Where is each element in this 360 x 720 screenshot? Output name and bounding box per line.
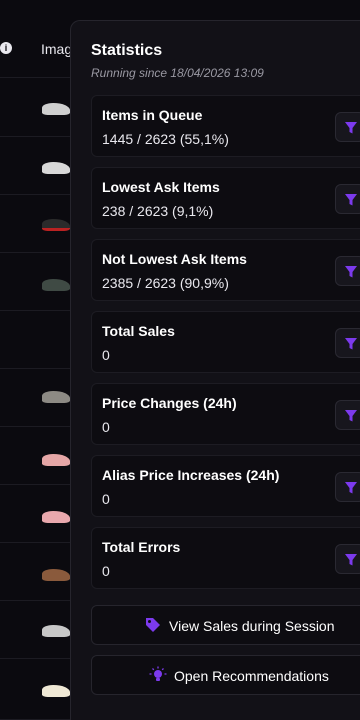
- stat-card-value: 0: [102, 347, 110, 363]
- stat-card-label: Price Changes (24h): [102, 395, 237, 411]
- filter-button[interactable]: [335, 256, 360, 286]
- filter-button[interactable]: [335, 544, 360, 574]
- stat-card-items-in-queue: Items in Queue 1445 / 2623 (55,1%): [91, 95, 360, 157]
- stat-card-value: 0: [102, 419, 110, 435]
- filter-icon: [345, 482, 357, 494]
- filter-icon: [345, 122, 357, 134]
- view-sales-label: View Sales during Session: [169, 618, 335, 634]
- stat-card-label: Total Sales: [102, 323, 175, 339]
- stat-card-label: Total Errors: [102, 539, 181, 555]
- stat-card-label: Alias Price Increases (24h): [102, 467, 280, 483]
- tag-icon: [146, 618, 160, 632]
- table-row[interactable]: [0, 195, 72, 253]
- stat-card-value: 0: [102, 563, 110, 579]
- shoe-thumbnail: [42, 279, 70, 291]
- filter-icon: [345, 554, 357, 566]
- stat-card-label: Lowest Ask Items: [102, 179, 220, 195]
- running-since-text: Running since 18/04/2026 13:09: [91, 66, 264, 80]
- stat-card-label: Not Lowest Ask Items: [102, 251, 247, 267]
- table-row[interactable]: [0, 485, 72, 543]
- shoe-thumbnail: [42, 569, 70, 581]
- table-row[interactable]: [0, 601, 72, 659]
- shoe-thumbnail: [42, 391, 70, 403]
- stat-card-lowest-ask-items: Lowest Ask Items 238 / 2623 (9,1%): [91, 167, 360, 229]
- view-sales-button[interactable]: View Sales during Session: [91, 605, 360, 645]
- table-row[interactable]: [0, 427, 72, 485]
- stat-card-value: 238 / 2623 (9,1%): [102, 203, 214, 219]
- filter-button[interactable]: [335, 472, 360, 502]
- table-row[interactable]: [0, 137, 72, 195]
- filter-button[interactable]: [335, 400, 360, 430]
- stat-card-value: 1445 / 2623 (55,1%): [102, 131, 229, 147]
- shoe-thumbnail: [42, 162, 70, 174]
- shoe-thumbnail: [42, 511, 70, 523]
- stat-card-alias-price-increases: Alias Price Increases (24h) 0: [91, 455, 360, 517]
- shoe-thumbnail: [42, 103, 70, 115]
- shoe-thumbnail: [42, 685, 70, 697]
- open-recommendations-button[interactable]: Open Recommendations: [91, 655, 360, 695]
- statistics-title: Statistics: [91, 42, 163, 59]
- stat-card-total-errors: Total Errors 0: [91, 527, 360, 589]
- shoe-thumbnail: [42, 454, 70, 466]
- stat-card-not-lowest-ask-items: Not Lowest Ask Items 2385 / 2623 (90,9%): [91, 239, 360, 301]
- column-header-image[interactable]: Imag: [41, 41, 72, 57]
- filter-icon: [345, 338, 357, 350]
- stat-card-price-changes: Price Changes (24h) 0: [91, 383, 360, 445]
- table-row[interactable]: [0, 311, 72, 369]
- filter-button[interactable]: [335, 184, 360, 214]
- info-icon[interactable]: i: [0, 42, 12, 54]
- lightbulb-icon: [149, 666, 167, 681]
- table-row[interactable]: [0, 369, 72, 427]
- table-row[interactable]: [0, 659, 72, 720]
- stat-card-value: 2385 / 2623 (90,9%): [102, 275, 229, 291]
- open-recommendations-label: Open Recommendations: [174, 668, 329, 684]
- stat-card-label: Items in Queue: [102, 107, 203, 123]
- filter-icon: [345, 194, 357, 206]
- filter-icon: [345, 410, 357, 422]
- table-row[interactable]: [0, 543, 72, 601]
- stat-card-total-sales: Total Sales 0: [91, 311, 360, 373]
- filter-button[interactable]: [335, 328, 360, 358]
- filter-button[interactable]: [335, 112, 360, 142]
- filter-icon: [345, 266, 357, 278]
- shoe-thumbnail: [42, 625, 70, 637]
- table-row[interactable]: [0, 79, 72, 137]
- table-row[interactable]: [0, 253, 72, 311]
- stat-card-value: 0: [102, 491, 110, 507]
- shoe-thumbnail: [42, 219, 70, 231]
